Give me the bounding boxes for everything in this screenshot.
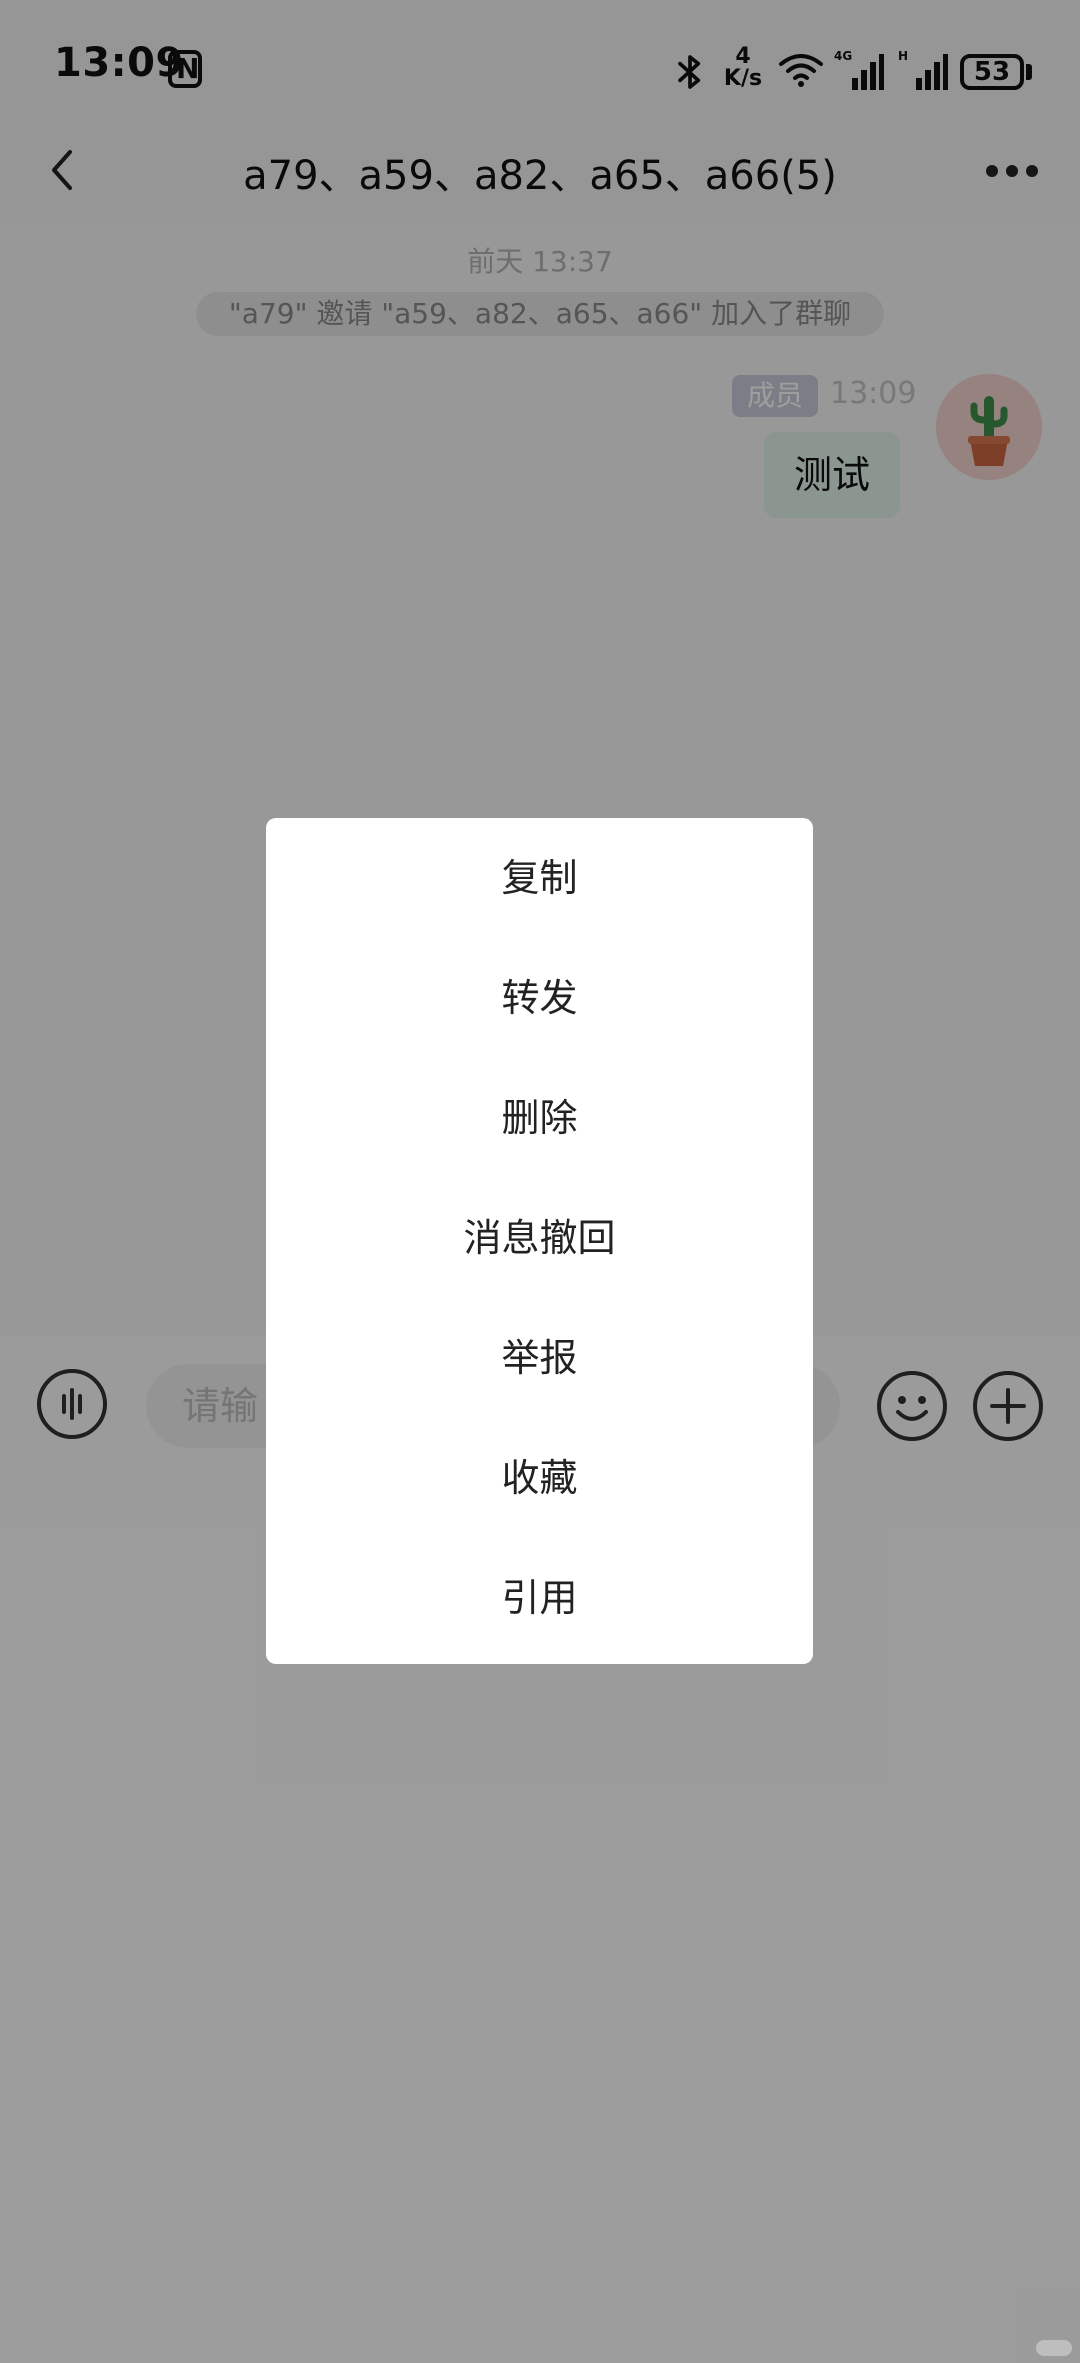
corner-watermark	[1036, 2340, 1072, 2356]
menu-item-quote[interactable]: 引用	[266, 1538, 813, 1658]
menu-item-delete[interactable]: 删除	[266, 1058, 813, 1178]
menu-item-recall[interactable]: 消息撤回	[266, 1178, 813, 1298]
menu-item-forward[interactable]: 转发	[266, 938, 813, 1058]
message-context-menu: 复制 转发 删除 消息撤回 举报 收藏 引用	[266, 818, 813, 1664]
menu-item-report[interactable]: 举报	[266, 1298, 813, 1418]
menu-item-favorite[interactable]: 收藏	[266, 1418, 813, 1538]
menu-item-copy[interactable]: 复制	[266, 818, 813, 938]
